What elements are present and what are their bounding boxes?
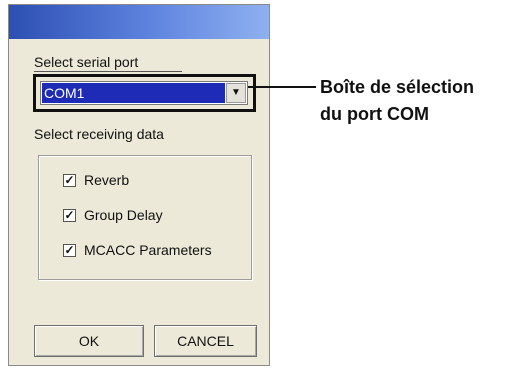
cancel-button[interactable]: CANCEL bbox=[154, 325, 257, 357]
option-reverb[interactable]: ✓ Reverb bbox=[63, 171, 129, 189]
serial-port-label-underline bbox=[34, 71, 182, 72]
serial-port-label: Select serial port bbox=[34, 54, 139, 70]
callout-line bbox=[248, 86, 316, 88]
title-bar[interactable] bbox=[9, 5, 269, 39]
serial-port-dialog: Select serial port COM1 ▼ Select receivi… bbox=[8, 4, 270, 366]
checkmark-icon[interactable]: ✓ bbox=[63, 173, 76, 187]
ok-button[interactable]: OK bbox=[34, 325, 144, 357]
callout-annotation: Boîte de sélection du port COM bbox=[320, 74, 474, 128]
callout-line-2: du port COM bbox=[320, 104, 429, 124]
option-label: Group Delay bbox=[84, 207, 163, 223]
option-label: Reverb bbox=[84, 172, 130, 188]
com-port-select[interactable]: COM1 ▼ bbox=[40, 81, 248, 105]
option-mcacc-parameters[interactable]: ✓ MCACC Parameters bbox=[63, 241, 212, 259]
com-port-value: COM1 bbox=[42, 83, 225, 103]
checkmark-icon[interactable]: ✓ bbox=[63, 208, 76, 222]
checkmark-icon[interactable]: ✓ bbox=[63, 243, 76, 257]
option-group-delay[interactable]: ✓ Group Delay bbox=[63, 206, 163, 224]
receiving-data-group: ✓ Reverb ✓ Group Delay ✓ MCACC Parameter… bbox=[38, 155, 252, 280]
option-label: MCACC Parameters bbox=[84, 242, 212, 258]
callout-line-1: Boîte de sélection bbox=[320, 77, 475, 97]
receiving-data-label: Select receiving data bbox=[34, 126, 164, 142]
chevron-down-icon[interactable]: ▼ bbox=[226, 83, 246, 103]
